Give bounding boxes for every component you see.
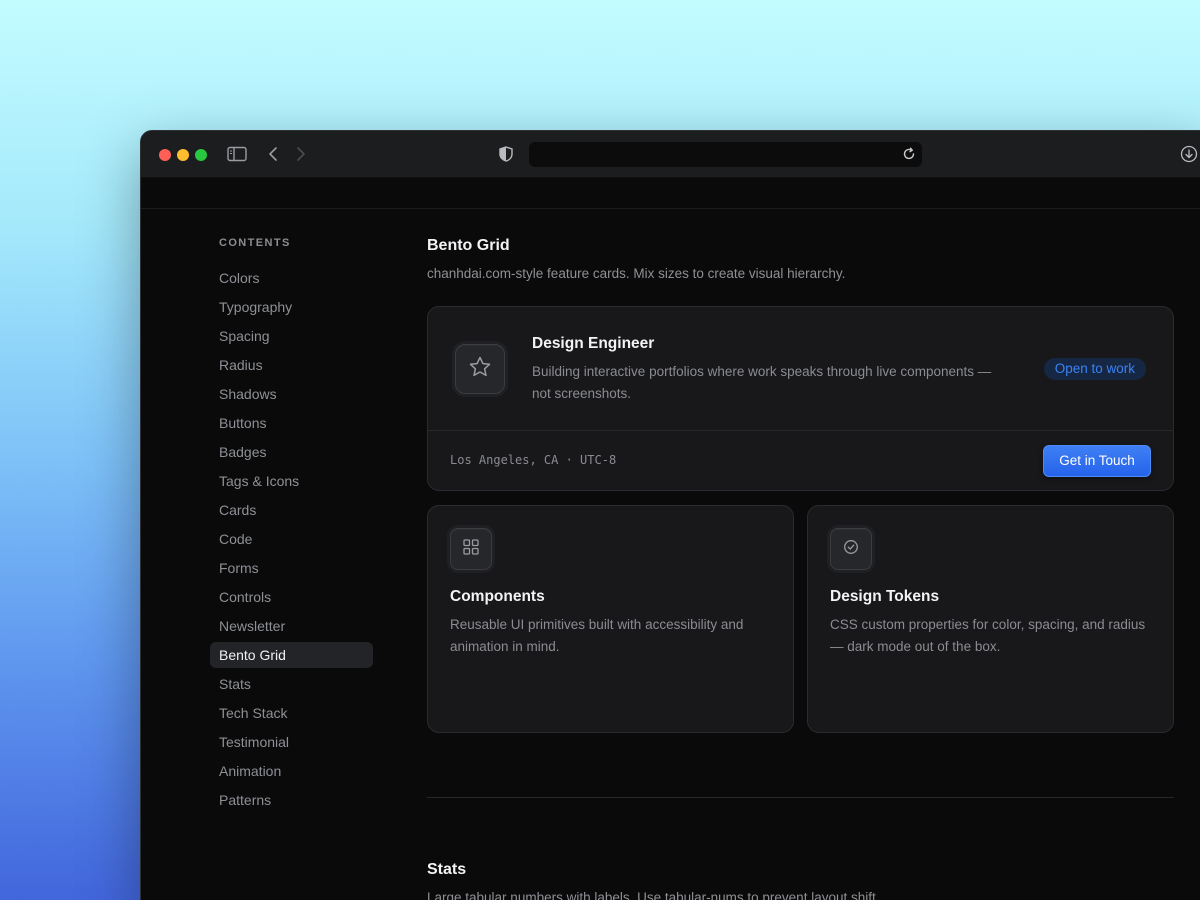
hero-card-footer: Los Angeles, CA · UTC-8 Get in Touch <box>428 431 1173 491</box>
sidebar-item-code[interactable]: Code <box>210 526 373 552</box>
sidebar-item-newsletter[interactable]: Newsletter <box>210 613 373 639</box>
feature-card-design-tokens: Design Tokens CSS custom properties for … <box>807 505 1174 733</box>
feature-icon-box <box>830 528 872 570</box>
grid-icon <box>463 538 479 560</box>
section-title: Bento Grid <box>427 237 510 254</box>
open-to-work-badge: Open to work <box>1043 358 1146 380</box>
hero-card-description: Building interactive portfolios where wo… <box>532 364 992 401</box>
sidebar-item-bento-grid[interactable]: Bento Grid <box>210 642 373 668</box>
main-content: Bento Grid chanhdai.com-style feature ca… <box>427 236 1174 900</box>
sidebar-item-shadows[interactable]: Shadows <box>210 381 373 407</box>
feature-card-title: Design Tokens <box>830 588 940 605</box>
stats-section-subtitle: Large tabular numbers with labels. Use t… <box>427 890 880 900</box>
forward-arrow-icon[interactable] <box>293 144 309 164</box>
sidebar-item-colors[interactable]: Colors <box>210 265 373 291</box>
sidebar-toggle-icon[interactable] <box>227 145 247 163</box>
sidebar-item-forms[interactable]: Forms <box>210 555 373 581</box>
feature-card-description: CSS custom properties for color, spacing… <box>830 617 1146 654</box>
hero-card-title: Design Engineer <box>532 335 655 352</box>
sidebar-item-stats[interactable]: Stats <box>210 671 373 697</box>
back-arrow-icon[interactable] <box>265 144 281 164</box>
browser-titlebar <box>141 131 1200 178</box>
sidebar-item-animation[interactable]: Animation <box>210 758 373 784</box>
stats-section-title: Stats <box>427 861 467 878</box>
close-window-button[interactable] <box>159 149 171 161</box>
minimize-window-button[interactable] <box>177 149 189 161</box>
feature-icon-box <box>450 528 492 570</box>
sidebar-item-patterns[interactable]: Patterns <box>210 787 373 813</box>
sidebar-item-badges[interactable]: Badges <box>210 439 373 465</box>
check-circle-icon <box>843 539 859 560</box>
reload-icon[interactable] <box>902 147 916 161</box>
location-text: Los Angeles, CA · UTC-8 <box>450 453 617 467</box>
sidebar-item-controls[interactable]: Controls <box>210 584 373 610</box>
page-header-strip <box>141 178 1200 209</box>
sidebar-item-testimonial[interactable]: Testimonial <box>210 729 373 755</box>
sidebar-item-tags-icons[interactable]: Tags & Icons <box>210 468 373 494</box>
hero-feature-card: Design Engineer Building interactive por… <box>427 306 1174 491</box>
section-subtitle: chanhdai.com-style feature cards. Mix si… <box>427 266 846 281</box>
hero-card-body: Design Engineer Building interactive por… <box>428 307 1173 431</box>
download-icon[interactable] <box>1180 145 1198 163</box>
address-bar[interactable] <box>529 142 922 167</box>
contents-nav-list: Colors Typography Spacing Radius Shadows Butt… <box>210 265 373 813</box>
sidebar-item-cards[interactable]: Cards <box>210 497 373 523</box>
feature-card-components: Components Reusable UI primitives built … <box>427 505 794 733</box>
get-in-touch-button[interactable]: Get in Touch <box>1043 445 1151 477</box>
sidebar-item-radius[interactable]: Radius <box>210 352 373 378</box>
sidebar-item-buttons[interactable]: Buttons <box>210 410 373 436</box>
zoom-window-button[interactable] <box>195 149 207 161</box>
sidebar-item-typography[interactable]: Typography <box>210 294 373 320</box>
contents-sidebar: CONTENTS Colors Typography Spacing Radius Sh… <box>210 237 373 816</box>
sidebar-item-tech-stack[interactable]: Tech Stack <box>210 700 373 726</box>
section-divider <box>427 797 1174 798</box>
sidebar-item-spacing[interactable]: Spacing <box>210 323 373 349</box>
feature-card-title: Components <box>450 588 545 605</box>
hero-icon-box <box>455 344 505 394</box>
browser-window: CONTENTS Colors Typography Spacing Radius Sh… <box>140 130 1200 900</box>
star-icon <box>468 355 492 384</box>
feature-card-description: Reusable UI primitives built with access… <box>450 617 744 654</box>
contents-heading: CONTENTS <box>219 237 291 249</box>
privacy-shield-icon[interactable] <box>497 145 515 163</box>
